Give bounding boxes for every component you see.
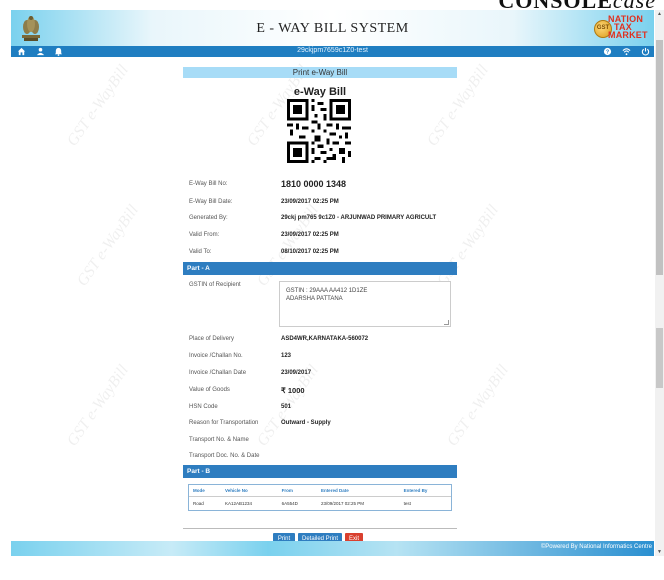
column-header: Entered Date — [316, 485, 400, 497]
wifi-icon[interactable] — [622, 47, 631, 56]
qr-code — [287, 99, 351, 163]
detail-row-transport-no: Transport No. & Name — [189, 437, 249, 443]
app-header: E - WAY BILL SYSTEM GST NATION TAX MARKE… — [11, 10, 654, 46]
detail-row-hsn-code: HSN Code 501 — [189, 404, 292, 410]
page-scrollbar[interactable]: ▲ ▼ — [655, 10, 664, 556]
table-cell: KA12AB1234 — [224, 501, 252, 506]
column-header: Entered By — [399, 485, 451, 497]
scrollbar-thumb[interactable] — [656, 40, 663, 275]
action-button-row: Print Detailed Print Exit — [183, 528, 457, 541]
eway-bill-sheet: Print e-Way Bill e-Way Bill E-Way Bill N… — [183, 57, 469, 541]
scroll-down-arrow-icon[interactable]: ▼ — [655, 548, 664, 556]
table-cell: 6A554D — [281, 501, 298, 506]
detail-row-generated-by: Generated By: 29ckj pm765 9c1Z0 - ARJUNWA… — [189, 215, 437, 221]
part-b-header: Part - B — [183, 465, 457, 478]
print-title-bar: Print e-Way Bill — [183, 67, 457, 78]
detail-row-eway-bill-no: E-Way Bill No: 1810 0000 1348 — [189, 179, 347, 189]
user-id-label: 29ckjpm7659c1Z0-test — [297, 47, 368, 54]
detail-row-valid-to: Valid To: 08/10/2017 02:25 PM — [189, 249, 339, 255]
detail-row-reason: Reason for Transportation Outward - Suppl… — [189, 420, 331, 426]
table-cell: Road — [193, 501, 204, 506]
gstin-recipient-textarea[interactable]: GSTIN : 29AAA AA412 1D1ZE ADARSHA PATTAN… — [279, 281, 451, 327]
table-cell: 23/09/2017 02:25 PM — [320, 501, 364, 506]
table-cell: test — [403, 501, 411, 506]
column-header: Mode — [189, 485, 221, 497]
table-row: Road KA12AB1234 6A554D 23/09/2017 02:25 … — [189, 497, 451, 511]
detail-row-invoice-no: Invoice /Challan No. 123 — [189, 353, 292, 359]
scroll-up-arrow-icon[interactable]: ▲ — [655, 10, 664, 18]
scrollbar-thumb-secondary[interactable] — [656, 328, 663, 388]
svg-text:?: ? — [606, 50, 609, 56]
column-header: Vehicle No — [220, 485, 278, 497]
detail-row-eway-bill-date: E-Way Bill Date: 23/09/2017 02:25 PM — [189, 199, 339, 205]
watermark: GST e-WayBill — [63, 362, 133, 450]
brand-strip: CONSOLEcase — [0, 0, 664, 13]
column-header: From — [277, 485, 317, 497]
app-title: E - WAY BILL SYSTEM — [256, 21, 409, 36]
detail-row-transport-doc: Transport Doc. No. & Date — [189, 453, 260, 459]
powered-by-text: ©Powered By National Informatics Centre — [540, 544, 652, 550]
eway-bill-heading: e-Way Bill — [293, 86, 347, 98]
part-a-header: Part - A — [183, 262, 457, 275]
part-b-table: Mode Vehicle No From Entered Date Entere… — [188, 484, 452, 511]
detail-row-place-of-delivery: Place of Delivery ASD4WR,KARNATAKA-560072 — [189, 336, 369, 342]
detailed-print-button[interactable]: Detailed Print — [298, 533, 342, 541]
resize-handle-icon[interactable] — [444, 320, 449, 325]
watermark: GST e-WayBill — [63, 62, 133, 150]
power-logout-icon[interactable] — [641, 47, 650, 56]
detail-row-invoice-date: Invoice /Challan Date 23/09/2017 — [189, 370, 312, 376]
detail-row-valid-from: Valid From: 23/09/2017 02:25 PM — [189, 232, 339, 238]
exit-button[interactable]: Exit — [345, 533, 363, 541]
gst-logo: GST NATION TAX MARKET — [590, 12, 650, 42]
detail-row-value-of-goods: Value of Goods ₹ 1000 — [189, 386, 305, 395]
content-area: GST e-WayBill GST e-WayBill GST e-WayBil… — [11, 57, 654, 541]
top-nav-bar: 29ckjpm7659c1Z0-test ? — [11, 46, 654, 57]
watermark: GST e-WayBill — [73, 202, 143, 290]
print-button[interactable]: Print — [273, 533, 295, 541]
help-icon[interactable]: ? — [603, 47, 612, 56]
table-header-row: Mode Vehicle No From Entered Date Entere… — [189, 485, 451, 497]
app-footer: ©Powered By National Informatics Centre — [11, 541, 654, 556]
